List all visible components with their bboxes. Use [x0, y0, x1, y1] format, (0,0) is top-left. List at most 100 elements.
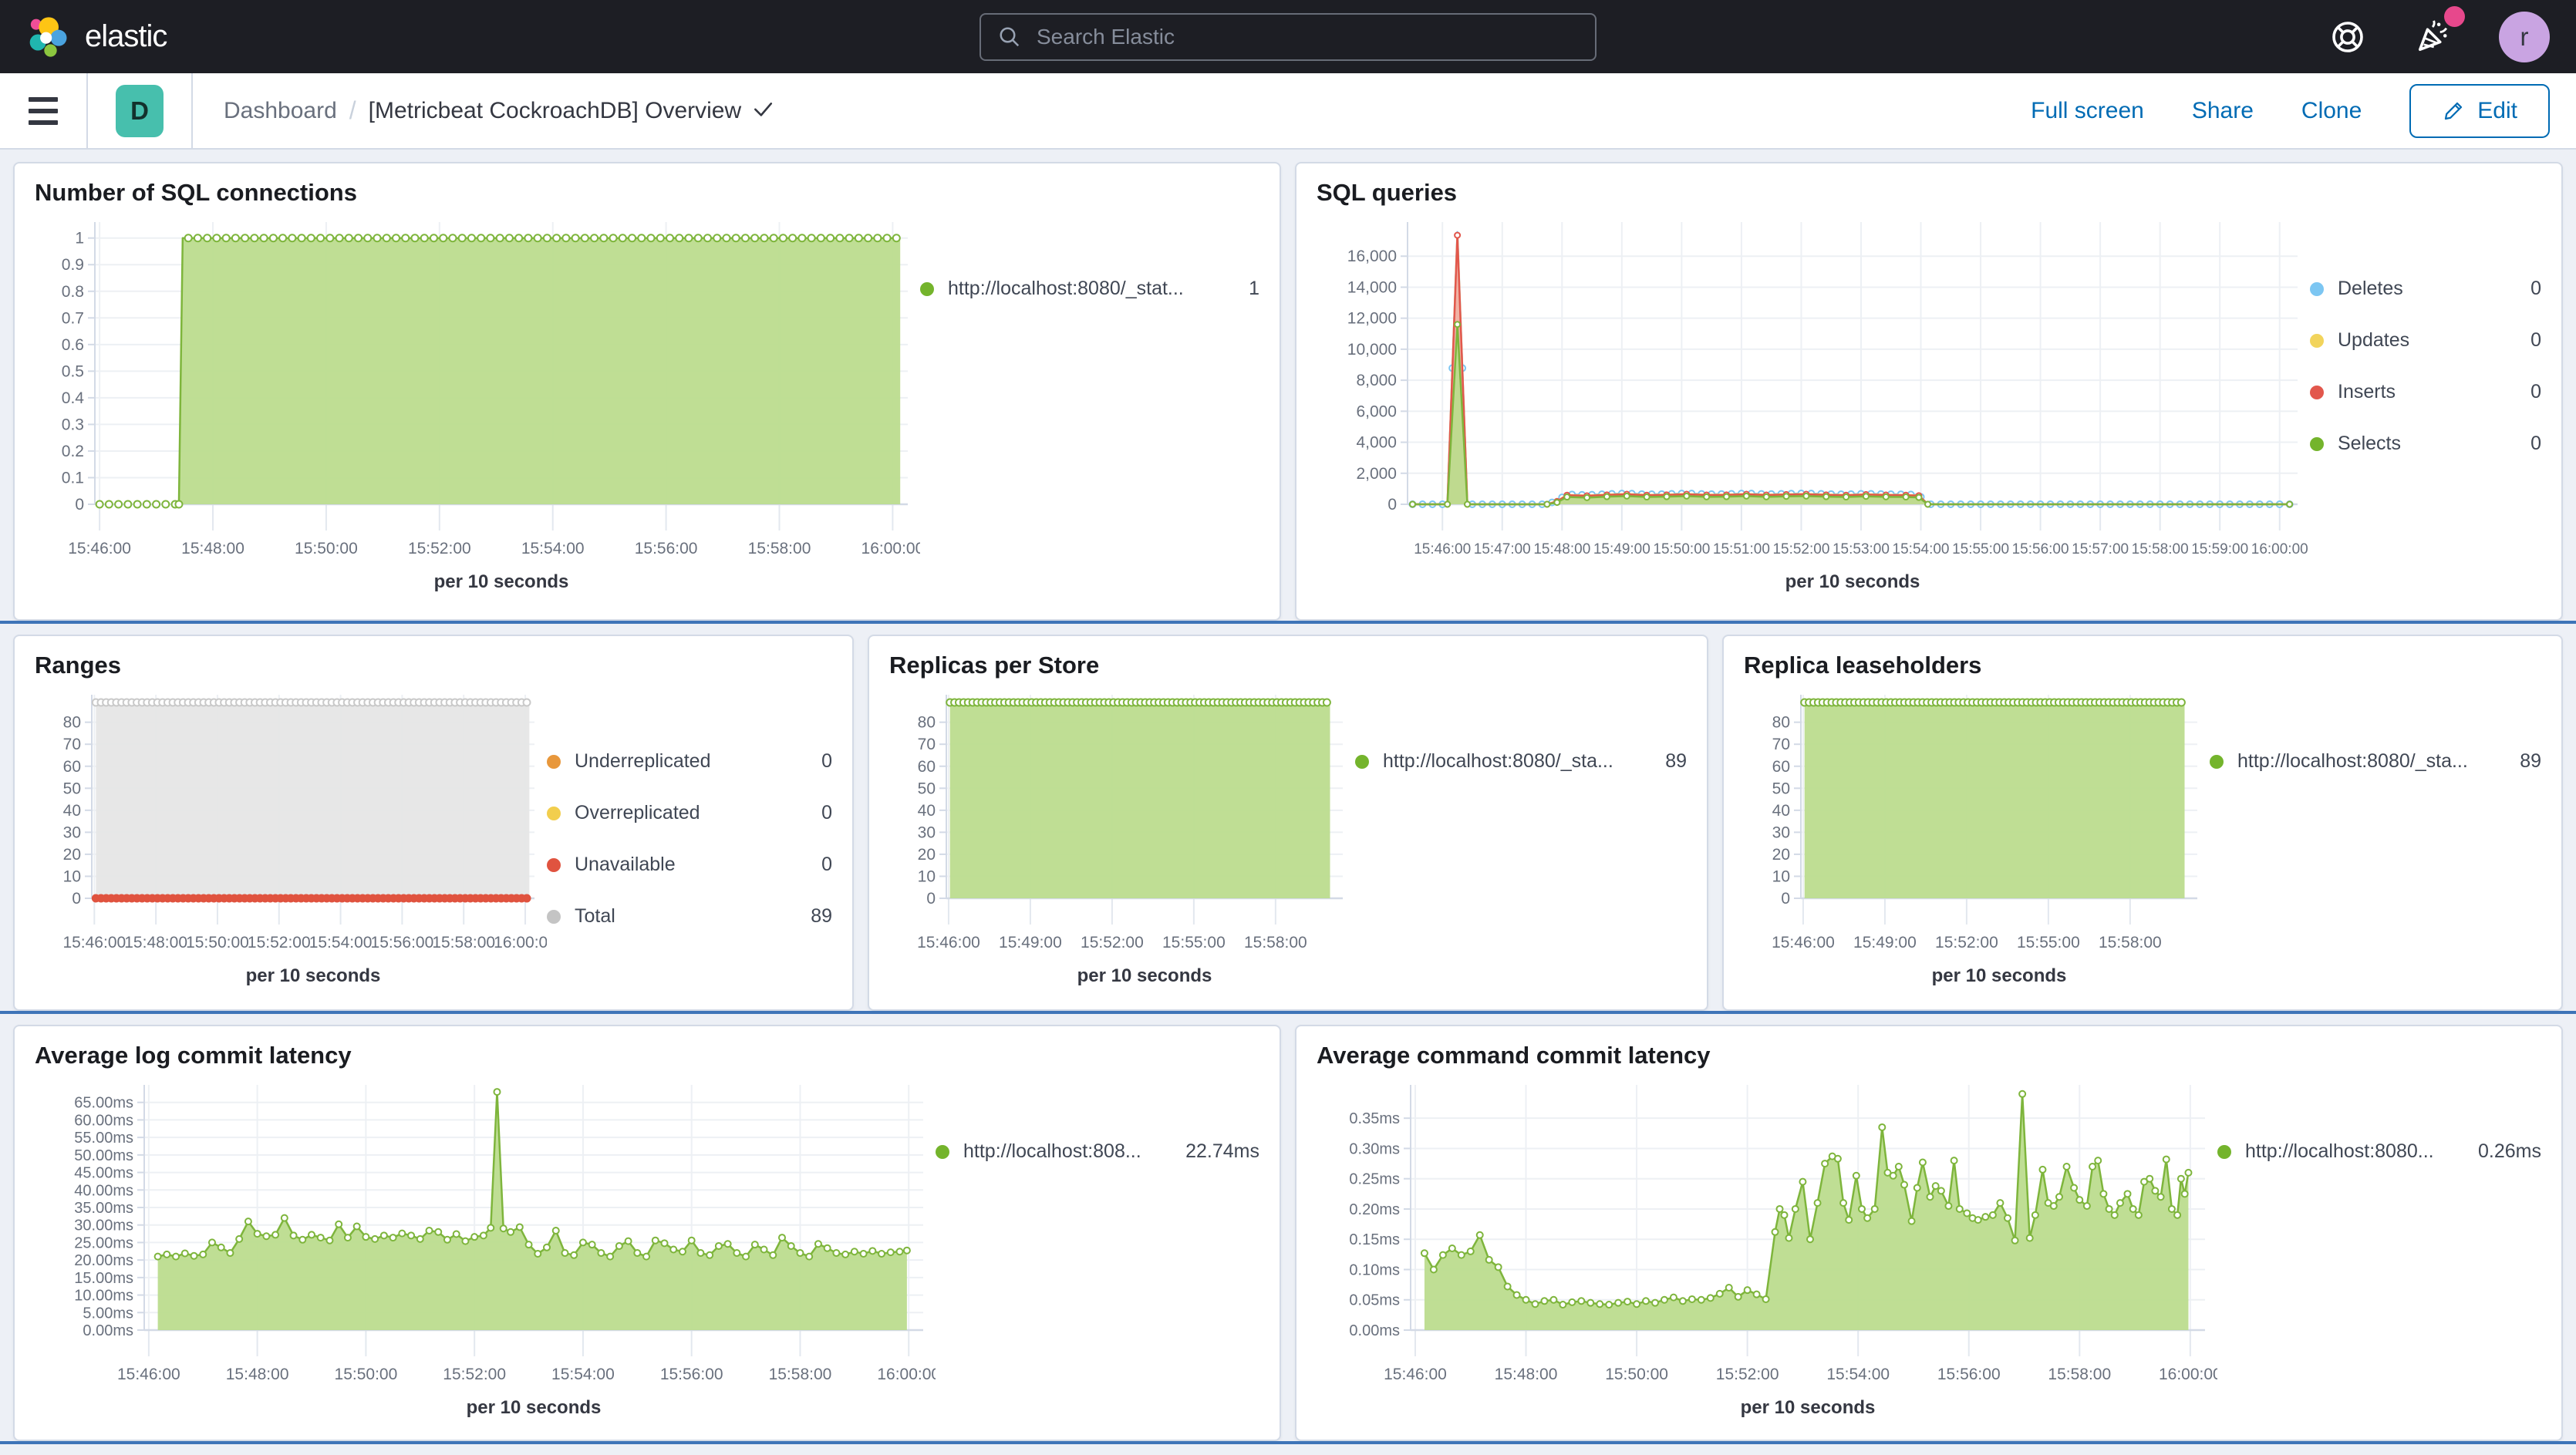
legend-value: 0 — [804, 750, 832, 773]
legend-value: 0 — [2514, 329, 2541, 352]
svg-text:35.00ms: 35.00ms — [74, 1200, 133, 1217]
legend-item[interactable]: Inserts0 — [2310, 381, 2541, 403]
chart-canvas: 00.10.20.30.40.50.60.70.80.9115:46:0015:… — [35, 210, 920, 595]
svg-text:15:46:00: 15:46:00 — [62, 934, 126, 951]
svg-text:16:00:00: 16:00:00 — [861, 540, 920, 557]
legend-item[interactable]: http://localhost:8080/_sta...89 — [2210, 750, 2541, 773]
elastic-brand[interactable]: elastic — [26, 15, 167, 59]
svg-text:40.00ms: 40.00ms — [74, 1182, 133, 1199]
svg-text:15:46:00: 15:46:00 — [1414, 541, 1471, 557]
svg-text:0.35ms: 0.35ms — [1349, 1110, 1400, 1127]
full-screen-button[interactable]: Full screen — [2031, 98, 2144, 124]
legend-label: http://localhost:8080... — [2245, 1140, 2434, 1163]
svg-text:0.30ms: 0.30ms — [1349, 1140, 1400, 1157]
svg-text:15:48:00: 15:48:00 — [1495, 1366, 1558, 1383]
svg-text:60: 60 — [1772, 758, 1790, 776]
legend-item[interactable]: http://localhost:8080/_stat... 1 — [920, 278, 1259, 300]
svg-text:15:58:00: 15:58:00 — [432, 934, 495, 951]
chart-legend: http://localhost:8080...0.26ms — [2217, 1073, 2541, 1163]
page-title[interactable]: [Metricbeat CockroachDB] Overview — [369, 98, 774, 124]
newsfeed-button[interactable] — [2412, 17, 2453, 57]
svg-text:15:52:00: 15:52:00 — [1081, 934, 1144, 951]
breadcrumb-dashboard-link[interactable]: Dashboard — [224, 98, 337, 124]
legend-item[interactable]: http://localhost:8080/_sta...89 — [1355, 750, 1687, 773]
user-avatar[interactable]: r — [2499, 12, 2550, 62]
legend-item[interactable]: http://localhost:808...22.74ms — [936, 1140, 1259, 1163]
legend-item[interactable]: Updates0 — [2310, 329, 2541, 352]
panel-title: Number of SQL connections — [35, 179, 1259, 207]
svg-text:15:54:00: 15:54:00 — [309, 934, 373, 951]
svg-text:0.9: 0.9 — [62, 256, 84, 274]
legend-value: 0 — [2514, 433, 2541, 455]
area-chart-ranges[interactable]: 0102030405060708015:46:0015:48:0015:50:0… — [35, 682, 547, 989]
panel-ranges: Ranges 0102030405060708015:46:0015:48:00… — [13, 635, 854, 1011]
svg-text:15:52:00: 15:52:00 — [248, 934, 311, 951]
legend-swatch-icon — [547, 807, 561, 820]
svg-text:15:58:00: 15:58:00 — [2048, 1366, 2111, 1383]
area-chart-sql-queries[interactable]: 02,0004,0006,0008,00010,00012,00014,0001… — [1317, 210, 2310, 595]
area-chart-replica-leaseholders[interactable]: 0102030405060708015:46:0015:49:0015:52:0… — [1744, 682, 2210, 989]
svg-text:0: 0 — [1781, 890, 1790, 908]
share-button[interactable]: Share — [2192, 98, 2254, 124]
elastic-logo-icon — [26, 15, 69, 59]
legend-value: 1 — [1232, 278, 1259, 300]
legend-item[interactable]: Underreplicated0 — [547, 750, 832, 773]
elastic-wordmark: elastic — [85, 19, 167, 54]
svg-text:15:46:00: 15:46:00 — [917, 934, 980, 951]
area-chart-command-commit-latency[interactable]: 0.00ms0.05ms0.10ms0.15ms0.20ms0.25ms0.30… — [1317, 1073, 2217, 1421]
svg-text:15:49:00: 15:49:00 — [1853, 934, 1917, 951]
legend-swatch-icon — [547, 910, 561, 924]
legend-label: Inserts — [2338, 381, 2396, 403]
svg-text:0: 0 — [72, 890, 81, 908]
global-search[interactable] — [979, 13, 1597, 61]
svg-text:55.00ms: 55.00ms — [74, 1130, 133, 1147]
menu-button[interactable] — [0, 97, 86, 125]
svg-text:15:50:00: 15:50:00 — [335, 1366, 398, 1383]
svg-text:1: 1 — [75, 230, 84, 248]
legend-swatch-icon — [2310, 386, 2324, 399]
svg-text:0: 0 — [75, 496, 84, 514]
svg-text:15.00ms: 15.00ms — [74, 1270, 133, 1287]
panel-title: Ranges — [35, 652, 832, 679]
svg-text:30: 30 — [63, 823, 81, 841]
legend-label: http://localhost:8080/_stat... — [948, 278, 1184, 300]
legend-item[interactable]: Overreplicated0 — [547, 802, 832, 824]
legend-label: Overreplicated — [575, 802, 700, 824]
legend-item[interactable]: Unavailable0 — [547, 854, 832, 876]
legend-swatch-icon — [2310, 334, 2324, 348]
svg-text:60: 60 — [63, 758, 81, 776]
legend-swatch-icon — [936, 1145, 949, 1159]
legend-item[interactable]: Total89 — [547, 905, 832, 928]
area-chart-replicas-per-store[interactable]: 0102030405060708015:46:0015:49:0015:52:0… — [889, 682, 1355, 989]
svg-text:0.3: 0.3 — [62, 416, 84, 433]
legend-item[interactable]: Selects0 — [2310, 433, 2541, 455]
area-chart-log-commit-latency[interactable]: 0.00ms5.00ms10.00ms15.00ms20.00ms25.00ms… — [35, 1073, 936, 1421]
legend-label: Deletes — [2338, 278, 2403, 300]
chart-canvas: 02,0004,0006,0008,00010,00012,00014,0001… — [1317, 210, 2310, 595]
svg-text:per 10 seconds: per 10 seconds — [246, 965, 381, 986]
svg-text:15:48:00: 15:48:00 — [181, 540, 244, 557]
avatar-initial: r — [2520, 22, 2529, 52]
edit-button[interactable]: Edit — [2409, 84, 2550, 138]
svg-text:0.5: 0.5 — [62, 362, 84, 380]
help-button[interactable] — [2329, 19, 2366, 56]
svg-text:50: 50 — [63, 780, 81, 797]
search-input[interactable] — [1035, 24, 1578, 50]
svg-text:15:54:00: 15:54:00 — [551, 1366, 615, 1383]
legend-swatch-icon — [2210, 755, 2224, 769]
legend-item[interactable]: http://localhost:8080...0.26ms — [2217, 1140, 2541, 1163]
svg-text:15:46:00: 15:46:00 — [68, 540, 131, 557]
chart-legend: Underreplicated0Overreplicated0Unavailab… — [547, 682, 832, 928]
svg-text:16:00:00: 16:00:00 — [2251, 541, 2308, 557]
svg-text:50: 50 — [918, 780, 936, 797]
svg-text:10,000: 10,000 — [1347, 341, 1397, 359]
toolbar: D Dashboard / [Metricbeat CockroachDB] O… — [0, 73, 2576, 150]
legend-item[interactable]: Deletes0 — [2310, 278, 2541, 300]
svg-text:per 10 seconds: per 10 seconds — [1741, 1397, 1876, 1418]
legend-swatch-icon — [547, 755, 561, 769]
clone-button[interactable]: Clone — [2301, 98, 2362, 124]
svg-text:15:55:00: 15:55:00 — [1162, 934, 1226, 951]
dashboard-grid: Number of SQL connections 00.10.20.30.40… — [0, 150, 2576, 1455]
dashboard-app-badge[interactable]: D — [116, 85, 164, 137]
area-chart-sql-connections[interactable]: 00.10.20.30.40.50.60.70.80.9115:46:0015:… — [35, 210, 920, 595]
